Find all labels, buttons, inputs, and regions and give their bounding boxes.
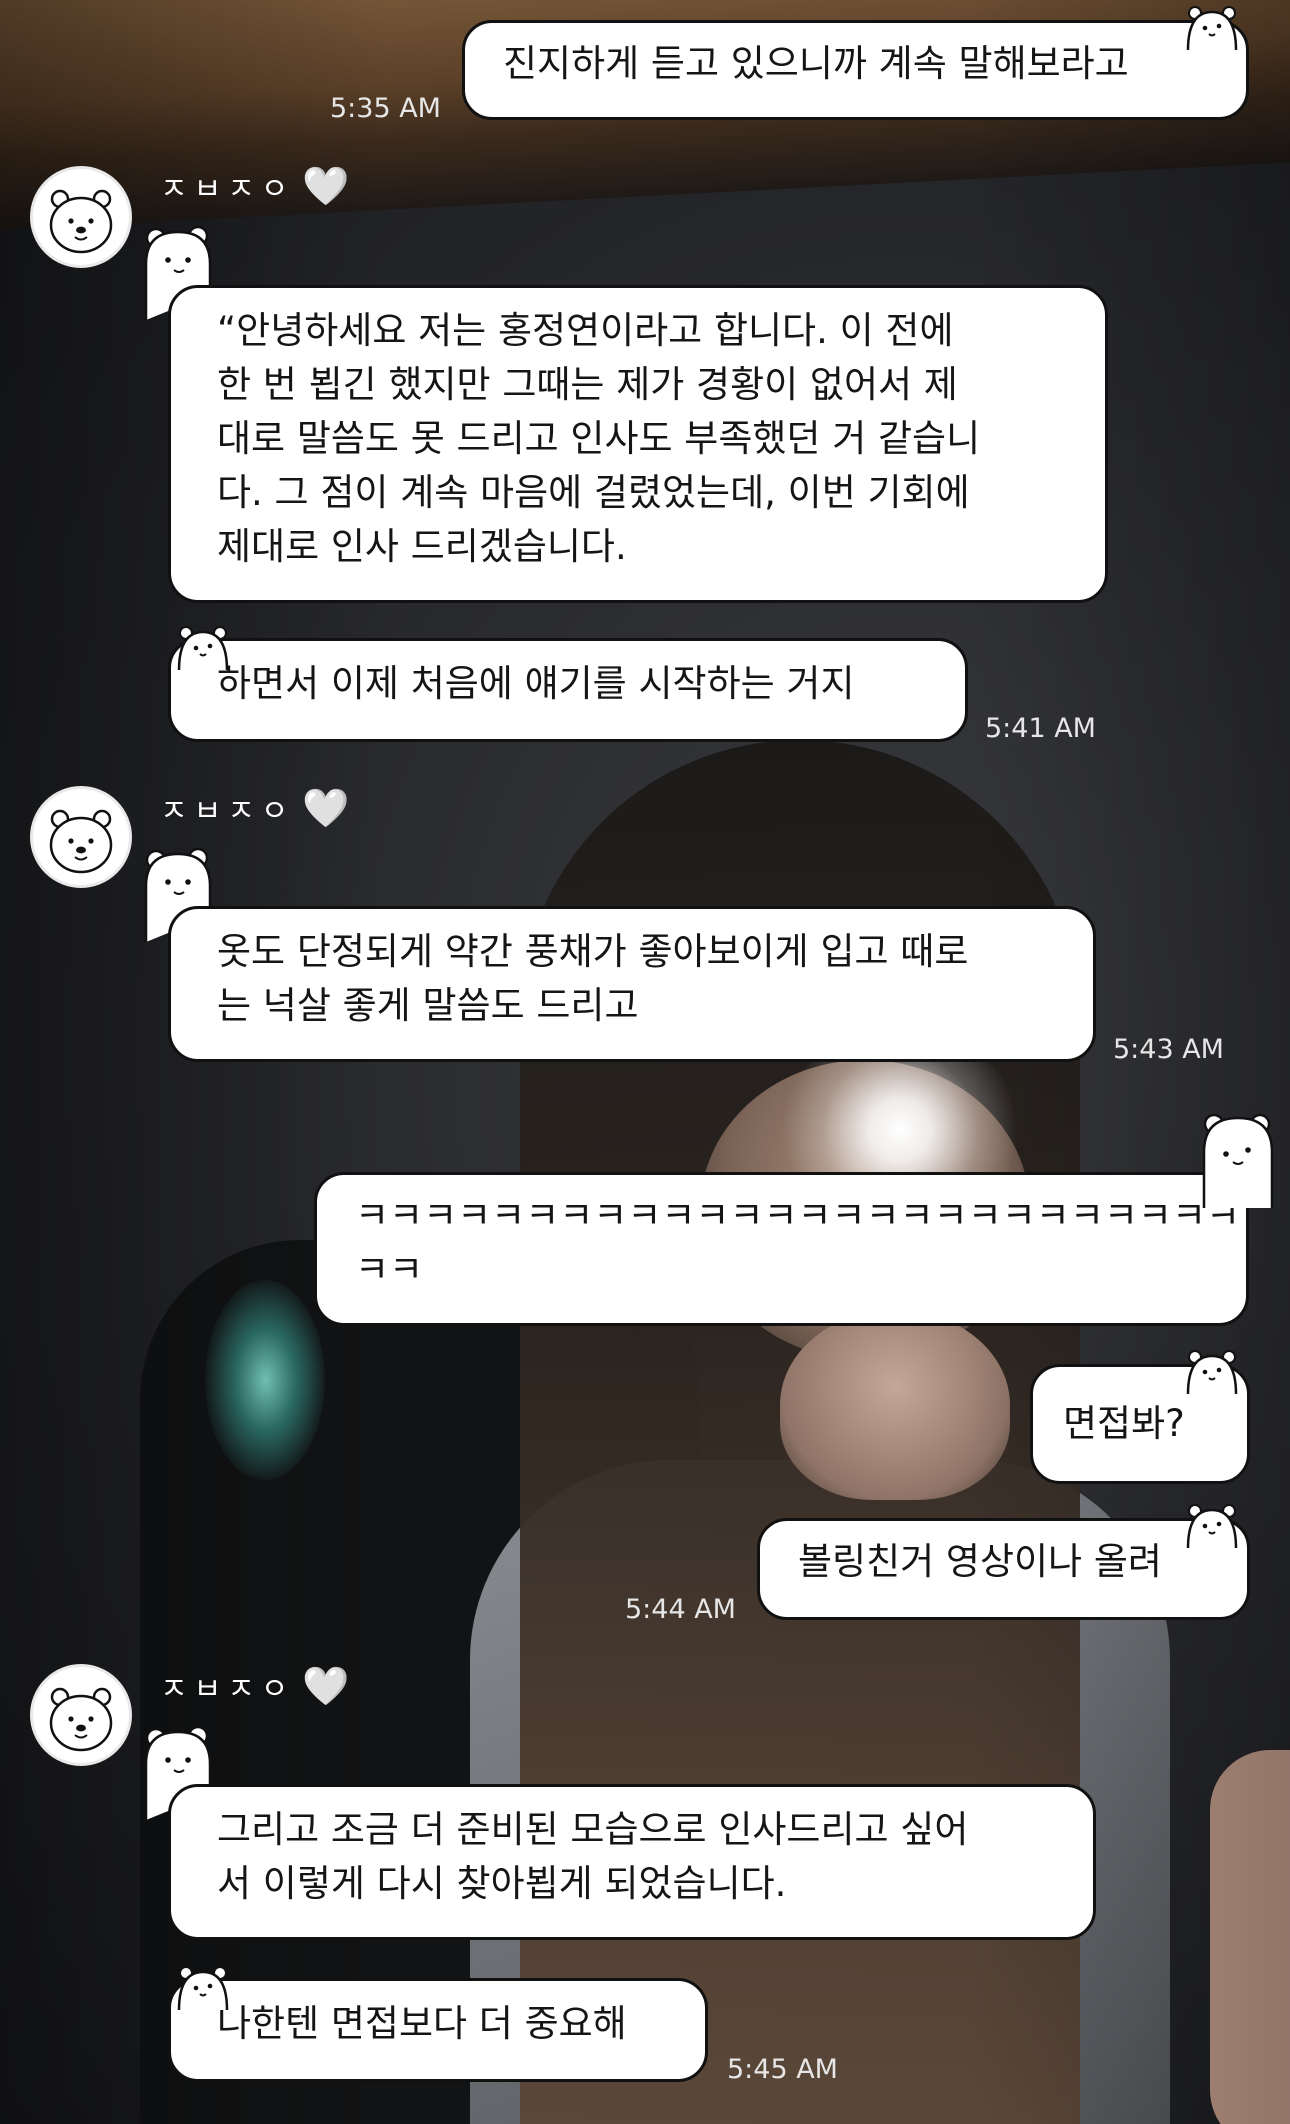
message-bubble-received[interactable]: 그리고 조금 더 준비된 모습으로 인사드리고 싶어 서 이렇게 다시 찾아뵙게… xyxy=(168,1784,1096,1940)
polar-bear-icon xyxy=(49,1687,113,1752)
bear-peek-icon xyxy=(177,626,229,670)
message-time: 5:41 AM xyxy=(985,713,1096,744)
avatar[interactable] xyxy=(30,166,132,268)
message-bubble-sent[interactable]: 진지하게 듣고 있으니까 계속 말해보라고 xyxy=(462,20,1249,120)
message-bubble-received[interactable]: 옷도 단정되게 약간 풍채가 좋아보이게 입고 때로 는 넉살 좋게 말씀도 드… xyxy=(168,906,1096,1062)
bear-peek-icon xyxy=(1186,6,1238,50)
bear-peek-icon xyxy=(1186,1504,1238,1548)
message-time: 5:45 AM xyxy=(727,2054,838,2085)
sender-label: ㅈㅂㅈㅇ xyxy=(160,794,295,829)
message-time: 5:35 AM xyxy=(330,93,441,124)
message-bubble-received[interactable]: 하면서 이제 처음에 얘기를 시작하는 거지 xyxy=(168,638,968,742)
white-heart-icon: 🤍 xyxy=(302,786,350,830)
bear-peek-icon xyxy=(1202,1113,1274,1208)
polar-bear-icon xyxy=(49,189,113,254)
sender-label: ㅈㅂㅈㅇ xyxy=(160,172,295,207)
sender-label: ㅈㅂㅈㅇ xyxy=(160,1672,295,1707)
avatar[interactable] xyxy=(30,1664,132,1766)
message-bubble-received[interactable]: 나한텐 면접보다 더 중요해 xyxy=(168,1978,708,2082)
message-time: 5:43 AM xyxy=(1113,1034,1224,1065)
bear-peek-icon xyxy=(1186,1350,1238,1394)
message-bubble-received[interactable]: “안녕하세요 저는 홍정연이라고 합니다. 이 전에 한 번 뵙긴 했지만 그때… xyxy=(168,285,1108,603)
message-bubble-sent[interactable]: 볼링친거 영상이나 올려 xyxy=(757,1518,1250,1620)
message-bubble-sent[interactable]: ㅋㅋㅋㅋㅋㅋㅋㅋㅋㅋㅋㅋㅋㅋㅋㅋㅋㅋㅋㅋㅋㅋㅋㅋㅋㅋ ㅋㅋ xyxy=(314,1172,1249,1326)
sender-name: ㅈㅂㅈㅇ 🤍 xyxy=(160,164,350,208)
sender-name: ㅈㅂㅈㅇ 🤍 xyxy=(160,786,350,830)
polar-bear-icon xyxy=(49,809,113,874)
bear-peek-icon xyxy=(177,1966,229,2010)
sender-name: ㅈㅂㅈㅇ 🤍 xyxy=(160,1664,350,1708)
white-heart-icon: 🤍 xyxy=(302,164,350,208)
avatar[interactable] xyxy=(30,786,132,888)
white-heart-icon: 🤍 xyxy=(302,1664,350,1708)
message-time: 5:44 AM xyxy=(625,1594,736,1625)
